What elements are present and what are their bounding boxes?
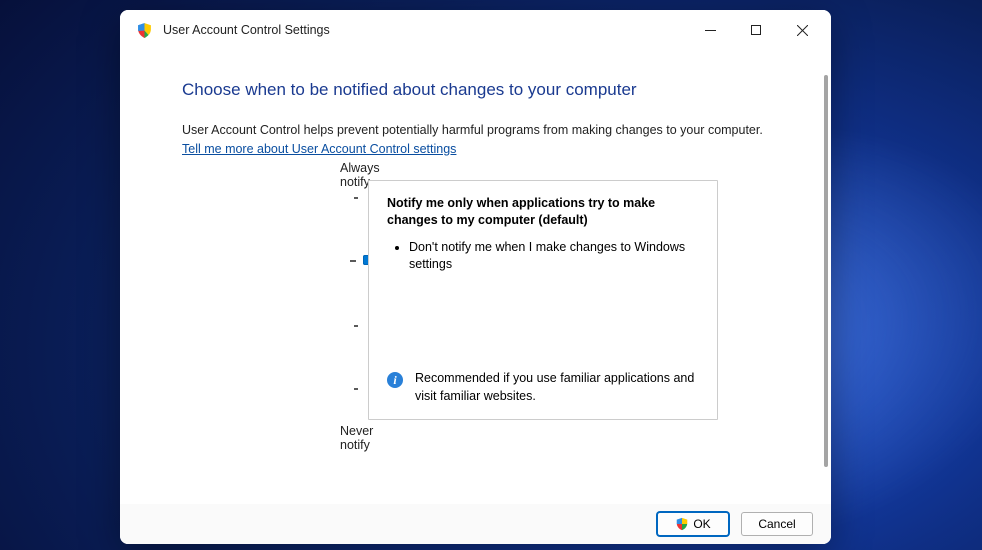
level-title: Notify me only when applications try to … (387, 195, 701, 229)
close-button[interactable] (779, 10, 825, 50)
uac-settings-window: User Account Control Settings Choose whe… (120, 10, 831, 544)
dialog-footer: OK Cancel (120, 504, 831, 544)
intro-text: User Account Control helps prevent poten… (182, 122, 791, 140)
desktop-background: User Account Control Settings Choose whe… (0, 0, 982, 550)
slider-tick (354, 197, 358, 199)
level-bullet: Don't notify me when I make changes to W… (409, 239, 701, 274)
scrollbar-thumb[interactable] (824, 75, 828, 467)
level-bullets: Don't notify me when I make changes to W… (409, 239, 701, 274)
level-description-box: Notify me only when applications try to … (368, 180, 718, 420)
slider-tick (354, 388, 358, 390)
minimize-button[interactable] (687, 10, 733, 50)
recommendation-text: Recommended if you use familiar applicat… (415, 370, 701, 405)
page-heading: Choose when to be notified about changes… (182, 80, 791, 100)
shield-icon (136, 22, 153, 39)
slider-min-label: Never notify (340, 424, 373, 452)
recommendation-row: i Recommended if you use familiar applic… (387, 370, 701, 405)
window-title: User Account Control Settings (163, 23, 330, 37)
maximize-button[interactable] (733, 10, 779, 50)
shield-icon (675, 517, 689, 531)
cancel-button[interactable]: Cancel (741, 512, 813, 536)
learn-more-link[interactable]: Tell me more about User Account Control … (182, 142, 456, 156)
ok-button-label: OK (693, 517, 710, 531)
window-controls (687, 10, 825, 50)
title-bar[interactable]: User Account Control Settings (120, 10, 831, 50)
slider-tick (350, 260, 356, 262)
info-icon: i (387, 372, 403, 388)
slider-tick (354, 325, 358, 327)
cancel-button-label: Cancel (758, 517, 795, 531)
ok-button[interactable]: OK (657, 512, 729, 536)
window-caption: User Account Control Settings (136, 22, 330, 39)
